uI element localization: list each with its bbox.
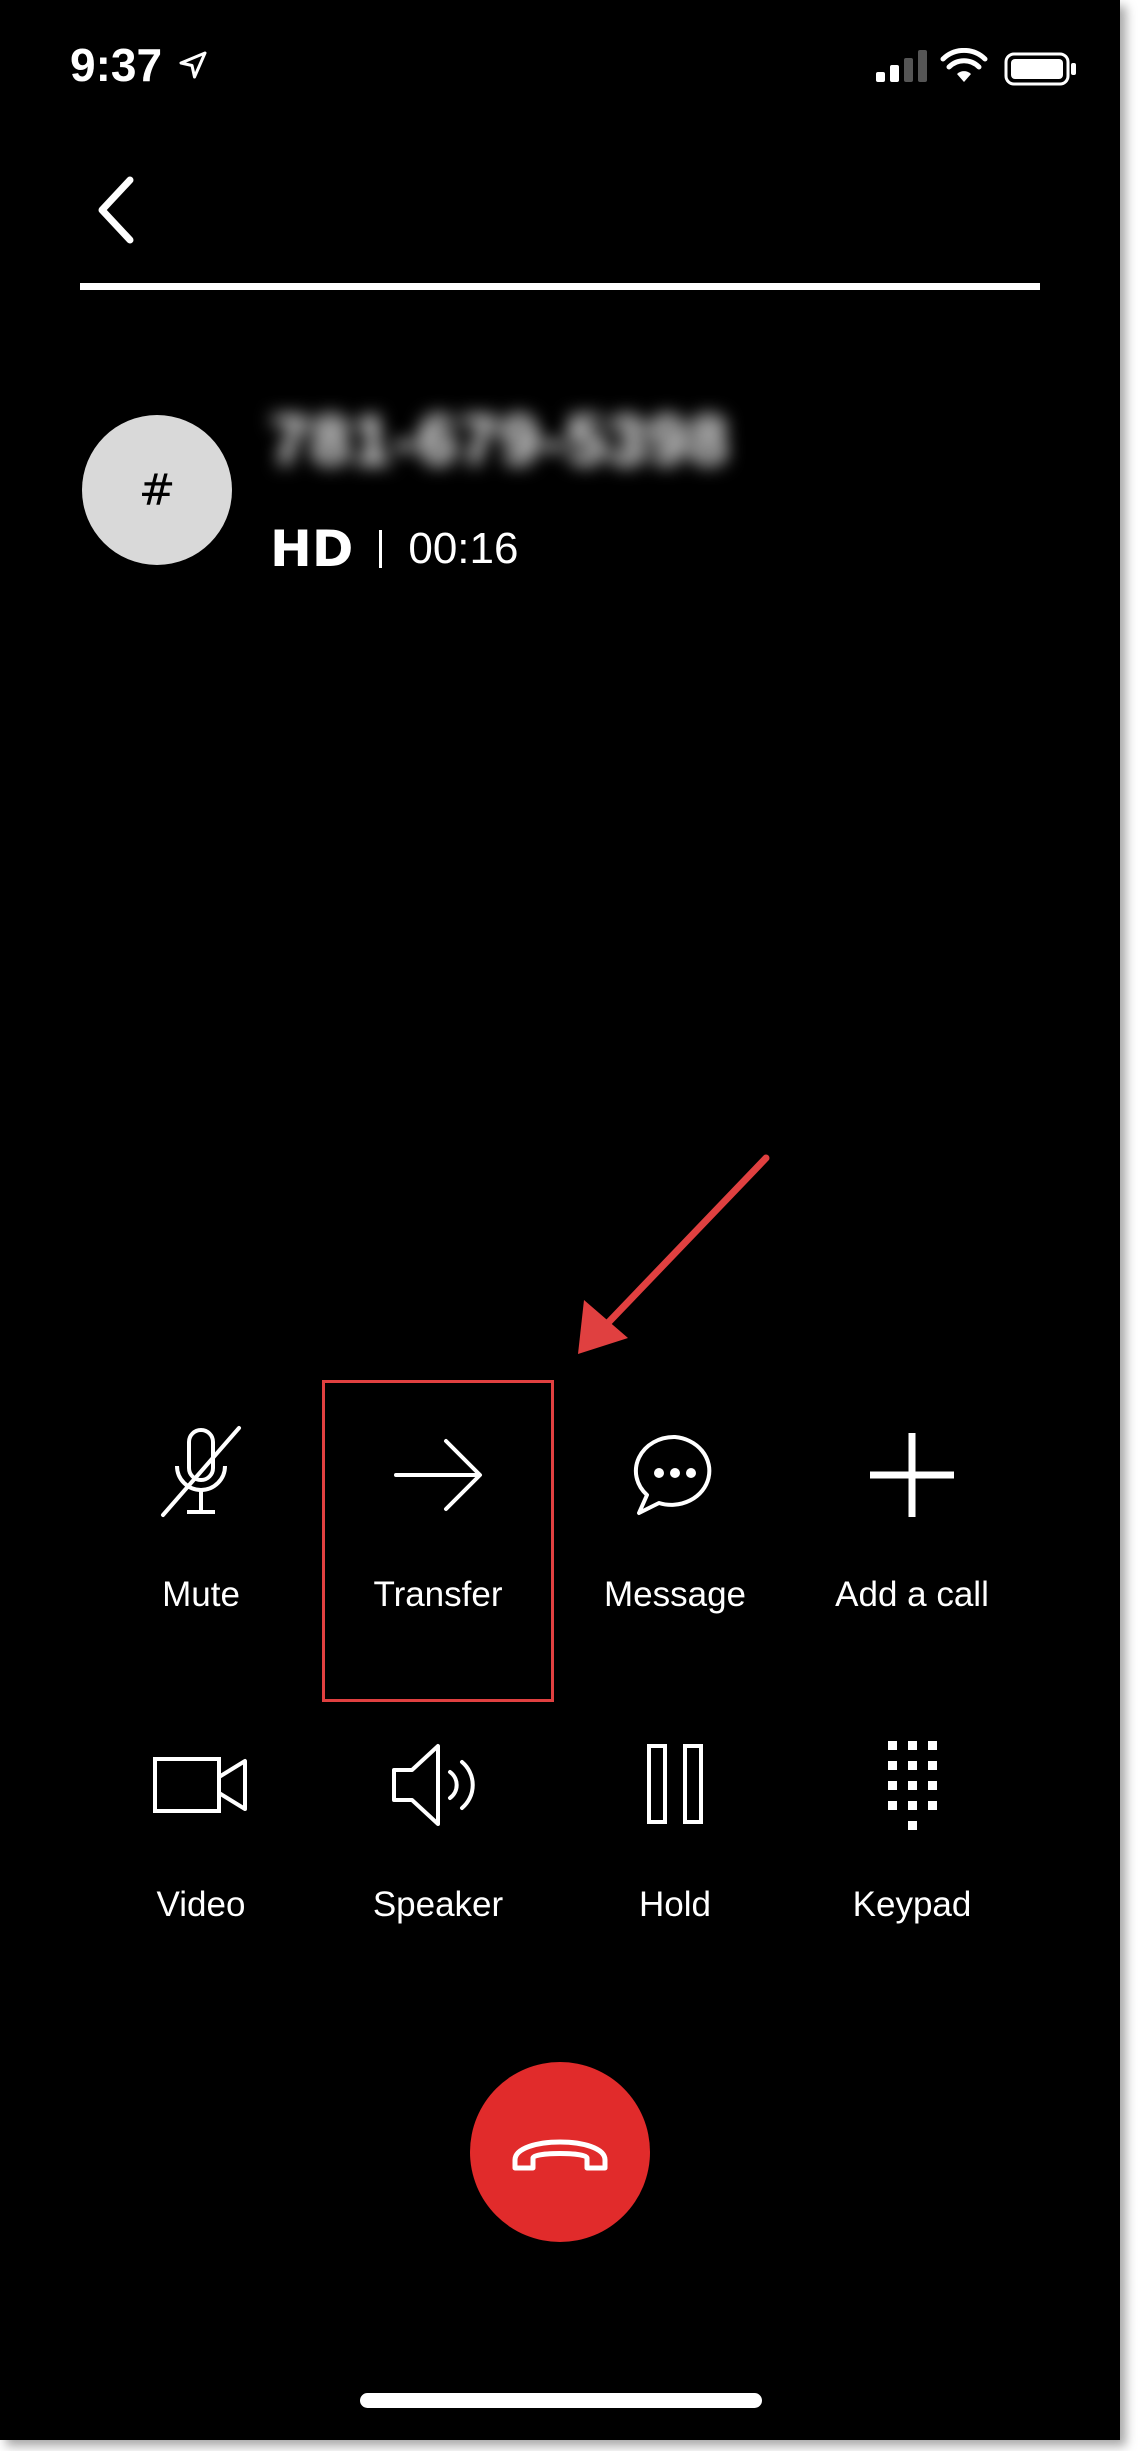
video-button[interactable]: Video <box>86 1700 316 2000</box>
hang-up-icon <box>512 2139 608 2171</box>
mute-button[interactable]: Mute <box>86 1390 316 1690</box>
phone-screen: 9:37 # 781-679-5398 HD 00:16 Mute Transf… <box>0 0 1120 2440</box>
arrow-right-icon <box>394 1439 482 1511</box>
back-button[interactable] <box>88 170 148 250</box>
speaker-button[interactable]: Speaker <box>323 1700 553 2000</box>
add-call-label: Add a call <box>835 1575 989 1614</box>
status-time: 9:37 <box>70 39 163 91</box>
transfer-button[interactable]: Transfer <box>323 1390 553 1690</box>
hold-label: Hold <box>639 1885 711 1924</box>
mute-label: Mute <box>162 1575 240 1614</box>
plus-icon <box>870 1433 954 1517</box>
avatar: # <box>82 415 232 565</box>
microphone-muted-icon <box>161 1426 241 1517</box>
video-label: Video <box>156 1885 246 1924</box>
chevron-left-icon <box>98 176 134 244</box>
end-call-button[interactable] <box>470 2062 650 2242</box>
pause-icon <box>647 1744 703 1824</box>
chat-bubble-icon <box>633 1434 712 1515</box>
signal-icon <box>876 50 927 82</box>
message-label: Message <box>603 1575 747 1614</box>
add-call-button[interactable]: Add a call <box>797 1390 1027 1690</box>
header-divider <box>80 283 1040 290</box>
speaker-icon <box>392 1744 475 1826</box>
hd-badge: HD <box>270 520 354 578</box>
transfer-label: Transfer <box>373 1575 503 1614</box>
wifi-icon <box>940 48 988 82</box>
speaker-label: Speaker <box>372 1885 504 1924</box>
location-arrow-icon <box>179 51 207 79</box>
message-button[interactable]: Message <box>560 1390 790 1690</box>
hold-button[interactable]: Hold <box>560 1700 790 2000</box>
call-meta: HD 00:16 <box>270 520 518 578</box>
caller-number: 781-679-5398 <box>270 401 730 479</box>
keypad-button[interactable]: Keypad <box>797 1700 1027 2000</box>
annotation-arrow <box>578 1154 770 1354</box>
battery-icon <box>1004 52 1076 86</box>
call-timer: 00:16 <box>408 524 519 573</box>
keypad-label: Keypad <box>852 1885 972 1924</box>
home-indicator[interactable] <box>360 2393 762 2408</box>
video-camera-icon <box>153 1757 247 1813</box>
keypad-icon <box>888 1741 937 1830</box>
meta-divider <box>379 530 383 568</box>
